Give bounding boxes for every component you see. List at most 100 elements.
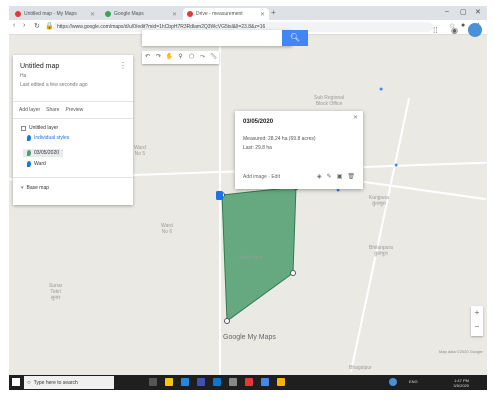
place-label: Sunar Tekri सुनार — [49, 283, 63, 301]
task-view-icon[interactable] — [149, 378, 157, 386]
place-label: Bhagalpur — [349, 365, 372, 371]
add-layer-button[interactable]: Add layer — [19, 107, 40, 113]
hand-icon[interactable]: ✋ — [164, 51, 175, 64]
minimize-button[interactable]: – — [445, 8, 449, 15]
polygon-icon[interactable]: ⬠ — [186, 51, 197, 64]
account-circle-icon[interactable]: ◉ — [451, 26, 458, 35]
last-edited-text: Last edited a few seconds ago — [20, 82, 88, 88]
marker-icon — [27, 161, 31, 167]
profile-icon[interactable]: ● — [461, 22, 465, 29]
map-attribution: Map data ©2020 Google — [439, 349, 483, 354]
new-tab-button[interactable]: + — [271, 8, 276, 17]
map-title[interactable]: Untitled map — [20, 63, 59, 70]
chevron-down-icon: ▾ — [21, 185, 24, 191]
tab-drive[interactable]: Drive - measurement ✕ — [183, 8, 269, 20]
measured-area-polygon[interactable] — [221, 186, 297, 322]
poi-pin-icon[interactable]: ● — [394, 162, 398, 169]
ruler-icon[interactable]: 📏︎ — [208, 51, 219, 64]
vertex-handle[interactable] — [224, 318, 230, 324]
mail-icon[interactable] — [213, 378, 221, 386]
screen: Untitled map - My Maps ✕ Google Maps ✕ D… — [9, 6, 487, 390]
vertex-handle[interactable] — [290, 270, 296, 276]
close-tab-icon[interactable]: ✕ — [90, 11, 95, 18]
share-button[interactable]: Share — [46, 107, 59, 113]
close-tab-icon[interactable]: ✕ — [260, 11, 265, 18]
photos-icon[interactable] — [229, 378, 237, 386]
taskbar-search[interactable]: ○ Type here to search — [24, 376, 114, 389]
divider — [13, 101, 133, 102]
network-icon[interactable] — [389, 378, 397, 386]
layer-title: Untitled layer — [29, 125, 59, 131]
undo-icon[interactable]: ↶ — [142, 51, 153, 64]
place-label: Ward No 5 — [134, 145, 146, 157]
layer-item-ward[interactable]: Ward — [27, 161, 46, 167]
layer-item-label: 03/05/2020 — [34, 150, 60, 156]
clock-date: 3/5/2020 — [453, 383, 469, 388]
divider — [13, 177, 133, 178]
layer-style-label: Individual styles — [34, 135, 70, 141]
base-map-toggle[interactable]: ▾ Base map — [21, 185, 49, 191]
tab-my-maps[interactable]: Untitled map - My Maps ✕ — [11, 8, 99, 20]
search-input[interactable] — [142, 30, 292, 46]
redo-icon[interactable]: ↷ — [153, 51, 164, 64]
close-window-button[interactable]: ✕ — [475, 8, 481, 16]
place-label: Sub Regional Block Office — [314, 95, 345, 107]
style-bucket-icon[interactable]: ◈ — [317, 173, 322, 180]
popup-measure-line: Last: 29.8 ha — [243, 145, 272, 151]
preview-button[interactable]: Preview — [65, 107, 83, 113]
taskbar-search-label: Type here to search — [33, 379, 78, 386]
chrome-icon[interactable] — [261, 378, 269, 386]
edge-icon[interactable] — [181, 378, 189, 386]
favicon-icon — [187, 11, 193, 17]
map-marker-icon[interactable] — [216, 191, 223, 200]
search-icon: ○ — [27, 379, 31, 386]
popup-footer[interactable]: Add image · Edit — [243, 174, 280, 180]
camera-icon[interactable]: ▣ — [337, 173, 343, 180]
search-button[interactable]: 🔍︎ — [282, 30, 308, 46]
taskbar: ○ Type here to search 1:47 PM 3/5/2020 E… — [9, 375, 487, 390]
system-tray[interactable]: 1:47 PM 3/5/2020 — [419, 378, 469, 388]
opera-icon[interactable] — [245, 378, 253, 386]
delete-icon[interactable]: 🗑︎ — [347, 173, 355, 180]
zoom-in-button[interactable]: + — [471, 306, 483, 320]
poi-pin-icon[interactable]: ● — [379, 86, 383, 93]
apps-grid-icon[interactable]: ⁞⁞ — [433, 26, 437, 35]
layer-style-link[interactable]: Individual styles — [27, 135, 69, 141]
store-icon[interactable] — [197, 378, 205, 386]
maximize-button[interactable]: ▢ — [460, 8, 467, 16]
close-icon[interactable]: ✕ — [353, 114, 358, 121]
layer-item-date[interactable]: 03/05/2020 — [23, 149, 64, 157]
close-tab-icon[interactable]: ✕ — [172, 11, 177, 18]
layer-checkbox[interactable] — [21, 125, 26, 131]
search-icon: 🔍︎ — [289, 33, 301, 42]
windows-start-icon[interactable] — [12, 378, 20, 386]
more-options-icon[interactable]: ⋮ — [119, 61, 127, 70]
forward-icon[interactable]: › — [23, 22, 25, 29]
app-icon[interactable] — [277, 378, 285, 386]
tab-label: Drive - measurement — [196, 11, 243, 17]
route-icon[interactable]: ⤳ — [197, 51, 208, 64]
layers-panel: Untitled map ⋮ Ha Last edited a few seco… — [13, 55, 133, 205]
place-label: Ward No 6 — [161, 223, 173, 235]
favicon-icon — [105, 11, 111, 17]
popup-title: 03/05/2020 — [243, 119, 274, 125]
zoom-out-button[interactable]: − — [471, 320, 483, 334]
divider — [13, 118, 133, 119]
file-explorer-icon[interactable] — [165, 378, 173, 386]
reload-icon[interactable]: ↻ — [34, 22, 40, 30]
edit-icon[interactable]: ✎ — [327, 173, 332, 180]
place-label: Ward No 4 — [239, 255, 263, 261]
base-map-label: Base map — [26, 185, 50, 191]
popup-measure-line: Measured: 28.24 ha (69.8 acres) — [243, 136, 316, 142]
google-logo: Google My Maps — [223, 334, 276, 341]
marker-icon[interactable]: ⚲ — [175, 51, 186, 64]
avatar[interactable] — [468, 23, 482, 37]
tab-label: Google Maps — [114, 11, 144, 17]
zoom-control: + − — [471, 306, 483, 336]
layer-header[interactable]: Untitled layer — [21, 125, 58, 131]
tab-google-maps[interactable]: Google Maps ✕ — [101, 8, 181, 20]
back-icon[interactable]: ‹ — [13, 22, 15, 29]
layer-item-label: Ward — [34, 161, 46, 167]
style-icon — [27, 135, 31, 141]
language-indicator[interactable]: ENG — [409, 379, 418, 384]
